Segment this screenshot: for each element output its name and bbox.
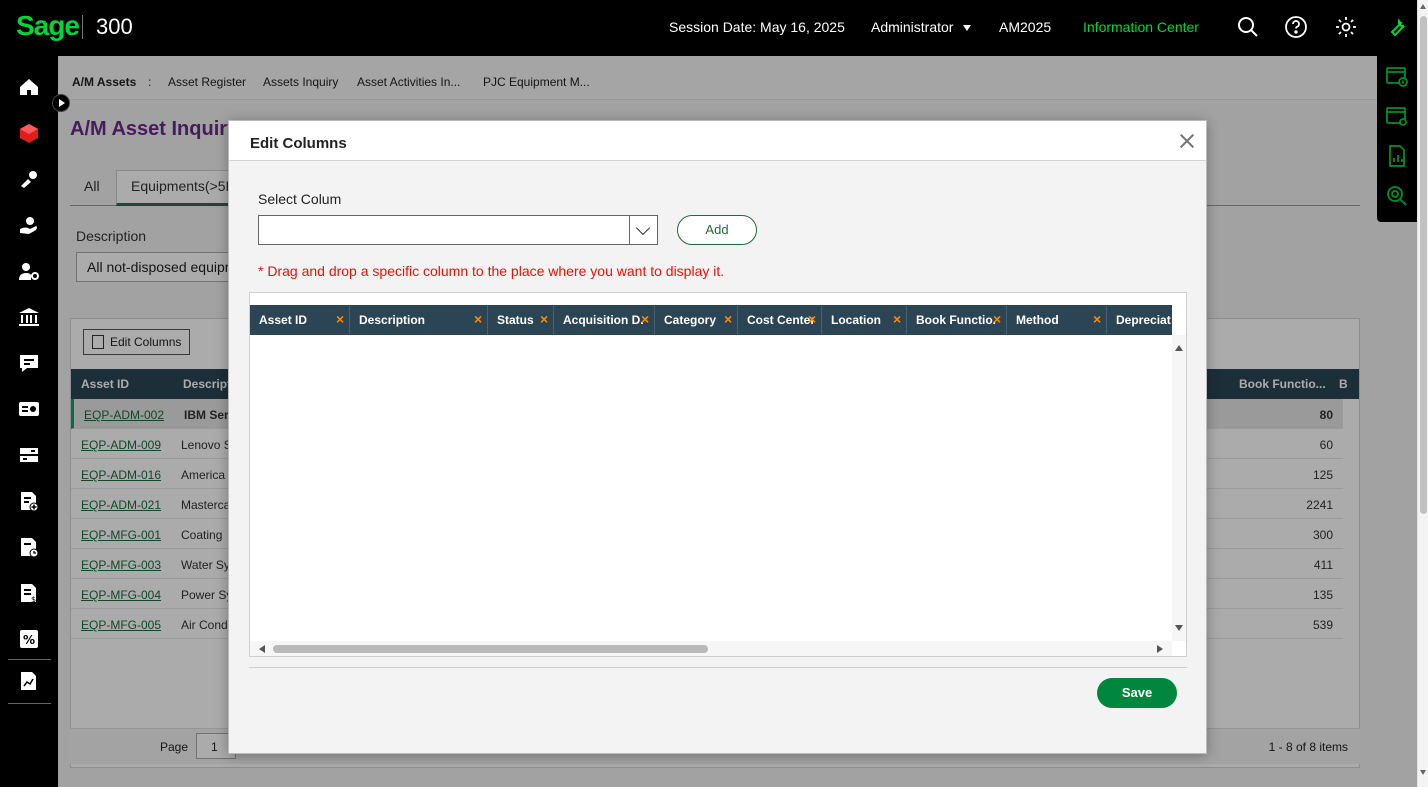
remove-column-icon[interactable]: × [474,311,482,327]
column-chip-label: Method [1016,313,1059,327]
column-chip-label: Acquisition D... [563,313,643,327]
scroll-down-icon[interactable] [1420,770,1426,775]
columns-horizontal-scrollbar[interactable] [250,641,1172,656]
users-gear-icon[interactable] [18,260,40,282]
remove-column-icon[interactable]: × [540,311,548,327]
help-icon[interactable] [1284,15,1308,39]
column-chip[interactable]: Method × [1007,305,1107,335]
select-column-label: Select Colum [258,191,342,207]
columns-vertical-scrollbar[interactable] [1172,335,1186,641]
dialog-title: Edit Columns [250,135,347,152]
svg-text:$: $ [31,595,36,604]
gear-icon[interactable] [1334,15,1358,39]
save-button[interactable]: Save [1097,678,1177,708]
remove-column-icon[interactable]: × [1093,311,1101,327]
hand-icon[interactable] [18,214,40,236]
column-chip-label: Asset ID [259,313,308,327]
scroll-right-icon[interactable] [1157,645,1163,653]
column-chip[interactable]: Status × [488,305,554,335]
column-chip-label: Location [831,313,881,327]
remove-column-icon[interactable]: × [993,311,1001,327]
truck-icon[interactable] [18,444,40,466]
information-center-link[interactable]: Information Center [1083,19,1199,35]
scrollbar-thumb[interactable] [273,645,708,653]
scroll-left-icon[interactable] [259,645,265,653]
chart-report-icon[interactable] [18,670,40,692]
bank-icon[interactable] [18,306,40,328]
columns-container: Asset ID × Description × Status × Acquis… [249,292,1187,657]
nav-divider [8,659,51,660]
percent-icon[interactable]: % [18,628,40,650]
scroll-down-icon[interactable] [1175,625,1183,631]
session-date[interactable]: Session Date: May 16, 2025 [669,19,845,35]
dialog-header: Edit Columns [229,121,1206,161]
expand-nav-icon[interactable] [52,94,70,112]
chevron-down-icon [963,25,972,32]
add-button[interactable]: Add [677,215,757,245]
chevron-down-icon[interactable] [629,216,657,244]
column-chip-label: Status [497,313,534,327]
report-clock-icon[interactable] [18,536,40,558]
drag-drop-hint: * Drag and drop a specific column to the… [258,263,725,279]
close-icon[interactable] [1177,131,1197,151]
id-card-icon[interactable] [18,398,40,420]
footer-divider [249,667,1187,668]
scroll-up-icon[interactable] [1175,345,1183,351]
column-chip-label: Depreciat [1116,313,1171,327]
remove-column-icon[interactable]: × [808,311,816,327]
edit-columns-dialog: Edit Columns Select Colum Add * Drag and… [228,120,1207,754]
column-chip[interactable]: Asset ID × [250,305,350,335]
report-dollar-icon[interactable]: $ [18,582,40,604]
user-menu[interactable]: Administrator [871,19,972,35]
home-icon[interactable] [18,76,40,98]
nav-divider [8,703,51,704]
column-chip[interactable]: Location × [822,305,907,335]
left-navigation: $ % [0,56,58,787]
selected-columns-row: Asset ID × Description × Status × Acquis… [250,305,1172,335]
scroll-up-icon[interactable] [1420,4,1426,9]
user-name: Administrator [871,19,954,35]
cube-icon[interactable] [18,122,40,144]
report-add-icon[interactable] [18,490,40,512]
chat-icon[interactable] [18,352,40,374]
sage-logo[interactable]: Sage [16,10,80,42]
wrench-icon[interactable] [1385,15,1409,39]
column-chip-label: Description [359,313,426,327]
column-chip[interactable]: Depreciat [1107,305,1172,335]
column-chip-label: Cost Center [747,313,813,327]
page-scrollbar[interactable] [1417,0,1428,787]
equipment-icon[interactable] [18,168,40,190]
remove-column-icon[interactable]: × [724,311,732,327]
column-chip[interactable]: Cost Center × [738,305,822,335]
column-chip[interactable]: Acquisition D... × [554,305,655,335]
search-icon[interactable] [1236,15,1260,39]
remove-column-icon[interactable]: × [641,311,649,327]
select-column-dropdown[interactable] [258,215,658,245]
column-chip-label: Book Functio... [916,313,996,327]
dialog-body: Select Colum Add * Drag and drop a speci… [229,161,1206,753]
top-bar: Sage 300 Session Date: May 16, 2025 Admi… [0,0,1428,56]
column-chip[interactable]: Description × [350,305,488,335]
scrollbar-thumb[interactable] [1420,16,1427,514]
company-code[interactable]: AM2025 [999,19,1051,35]
column-chip[interactable]: Category × [655,305,738,335]
product-version: 300 [96,14,133,39]
remove-column-icon[interactable]: × [893,311,901,327]
logo-divider [82,15,83,39]
column-chip-label: Category [664,313,717,327]
column-chip[interactable]: Book Functio... × [907,305,1007,335]
svg-text:%: % [23,633,35,647]
remove-column-icon[interactable]: × [336,311,344,327]
